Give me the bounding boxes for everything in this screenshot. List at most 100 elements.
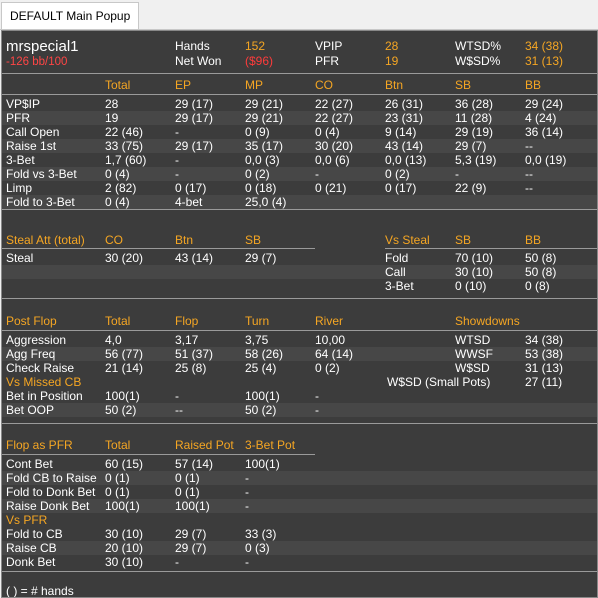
- stat-label: Steal: [6, 251, 34, 265]
- vs-steal-header: SB: [455, 233, 472, 247]
- stat-value: 100(1): [175, 499, 210, 513]
- stat-value: 100(1): [105, 389, 140, 403]
- stat-value: 0 (9): [245, 125, 270, 139]
- stat-value: 0 (2): [385, 167, 410, 181]
- stat-value: 50 (2): [105, 403, 137, 417]
- divider: [2, 209, 597, 210]
- stat-value: 1,7 (60): [105, 153, 147, 167]
- stat-value: -: [175, 167, 179, 181]
- preflop-row: Call Open 22 (46) - 0 (9) 0 (4) 9 (14) 29 (19)…: [2, 125, 597, 139]
- stat-value: 0 (4): [105, 195, 130, 209]
- preflop-header: Total: [105, 78, 131, 92]
- steal-header-row: Steal Att (total) CO Btn SB Vs Steal SB BB: [2, 233, 597, 247]
- stat-value: 43 (14): [175, 251, 214, 265]
- stat-value: 0 (4): [315, 125, 340, 139]
- stat-value: 0 (17): [385, 181, 417, 195]
- vs-pfr-row: Donk Bet 30 (10) - -: [2, 555, 597, 569]
- stat-value: -: [175, 153, 179, 167]
- player-name: mrspecial1: [6, 38, 79, 55]
- stat-value: 19: [105, 111, 119, 125]
- stat-value: 43 (14): [385, 139, 424, 153]
- stat-value: 4-bet: [175, 195, 203, 209]
- showdown-value: 53 (38): [525, 347, 564, 361]
- hands-label: Hands: [175, 39, 210, 53]
- wssd-value: 31 (13): [525, 54, 564, 68]
- stat-value: 50 (2): [245, 403, 277, 417]
- showdowns-title: Showdowns: [455, 314, 520, 328]
- stat-value: 0 (1): [105, 485, 130, 499]
- divider: [2, 571, 597, 572]
- postflop-header-row: Post Flop Total Flop Turn River Showdowns: [2, 314, 597, 328]
- stat-value: 21 (14): [105, 361, 144, 375]
- flop-as-pfr-title: Flop as PFR: [6, 438, 73, 452]
- pfr-header-row: Flop as PFR Total Raised Pot 3-Bet Pot: [2, 438, 597, 452]
- stat-value: 56 (77): [105, 347, 144, 361]
- bb-per-100: -126 bb/100: [6, 56, 68, 68]
- stat-value: 33 (75): [105, 139, 144, 153]
- stat-value: 35 (17): [245, 139, 284, 153]
- stat-value: 3,75: [245, 333, 269, 347]
- stat-label: Limp: [6, 181, 33, 195]
- steal-header: SB: [245, 233, 262, 247]
- stat-label: Check Raise: [6, 361, 75, 375]
- stat-value: -: [455, 167, 459, 181]
- stat-value: 50 (8): [525, 265, 557, 279]
- stat-value: 23 (31): [385, 111, 424, 125]
- stat-label: Agg Freq: [6, 347, 56, 361]
- stat-value: 4,0: [105, 333, 122, 347]
- stat-value: 26 (31): [385, 97, 424, 111]
- vs-steal-row: Call 30 (10) 50 (8): [2, 265, 597, 279]
- vs-pfr-row: Raise CB 20 (10) 29 (7) 0 (3): [2, 541, 597, 555]
- stat-value: 0 (3): [245, 541, 270, 555]
- stat-value: 5,3 (19): [455, 153, 497, 167]
- pfr-value: 19: [385, 54, 399, 68]
- missed-cb-row: Bet OOP 50 (2) -- 50 (2) -: [2, 403, 597, 417]
- showdown-label: WTSD: [455, 333, 491, 347]
- stat-value: --: [175, 403, 183, 417]
- stat-value: 33 (3): [245, 527, 277, 541]
- stat-label: Raise CB: [6, 541, 57, 555]
- stat-value: 51 (37): [175, 347, 214, 361]
- stat-label: Fold to Donk Bet: [6, 485, 96, 499]
- stat-value: 29 (7): [455, 139, 487, 153]
- stat-value: 57 (14): [175, 457, 214, 471]
- preflop-row: Limp 2 (82) 0 (17) 0 (18) 0 (21) 0 (17) 22 (9)…: [2, 181, 597, 195]
- stat-value: -: [315, 167, 319, 181]
- preflop-row: Raise 1st 33 (75) 29 (17) 35 (17) 30 (20) 43 …: [2, 139, 597, 153]
- stat-label: Fold to 3-Bet: [6, 195, 75, 209]
- stat-label: Fold vs 3-Bet: [6, 167, 77, 181]
- showdown-value: 34 (38): [525, 333, 564, 347]
- stat-value: 29 (17): [175, 97, 214, 111]
- pfr-label: PFR: [315, 54, 339, 68]
- pfr-header: Total: [105, 438, 131, 452]
- postflop-row: Aggression 4,0 3,17 3,75 10,00 WTSD 34 (38): [2, 333, 597, 347]
- stat-value: 100(1): [245, 457, 280, 471]
- stat-value: -: [175, 125, 179, 139]
- stat-value: 0 (18): [245, 181, 277, 195]
- stat-value: 30 (10): [105, 555, 144, 569]
- tab-default-main-popup[interactable]: DEFAULT Main Popup: [1, 2, 140, 29]
- stat-label: Bet in Position: [6, 389, 83, 403]
- stat-value: 36 (28): [455, 97, 494, 111]
- stat-value: 0 (10): [455, 279, 487, 293]
- stat-value: 22 (46): [105, 125, 144, 139]
- stat-value: 25,0 (4): [245, 195, 287, 209]
- preflop-row: Fold vs 3-Bet 0 (4) -0 (2) -0 (2) - --: [2, 167, 597, 181]
- preflop-header: SB: [455, 78, 472, 92]
- stat-value: -: [315, 389, 319, 403]
- stat-value: 29 (17): [175, 139, 214, 153]
- pfr-header: 3-Bet Pot: [245, 438, 296, 452]
- preflop-header: CO: [315, 78, 333, 92]
- postflop-header: Total: [105, 314, 131, 328]
- vs-pfr-title: Vs PFR: [6, 513, 48, 527]
- stat-value: 20 (10): [105, 541, 144, 555]
- pfr-header: Raised Pot: [175, 438, 234, 452]
- preflop-header: EP: [175, 78, 192, 92]
- hands-value: 152: [245, 39, 266, 53]
- pfr-row: Raise Donk Bet 100(1) 100(1) -: [2, 499, 597, 513]
- stat-value: 29 (21): [245, 97, 284, 111]
- footer-note: ( ) = # hands: [6, 584, 74, 598]
- preflop-row: 3-Bet 1,7 (60) - 0,0 (3) 0,0 (6) 0,0 (13) 5,3 …: [2, 153, 597, 167]
- stat-value: 58 (26): [245, 347, 284, 361]
- stat-label: 3-Bet: [6, 153, 35, 167]
